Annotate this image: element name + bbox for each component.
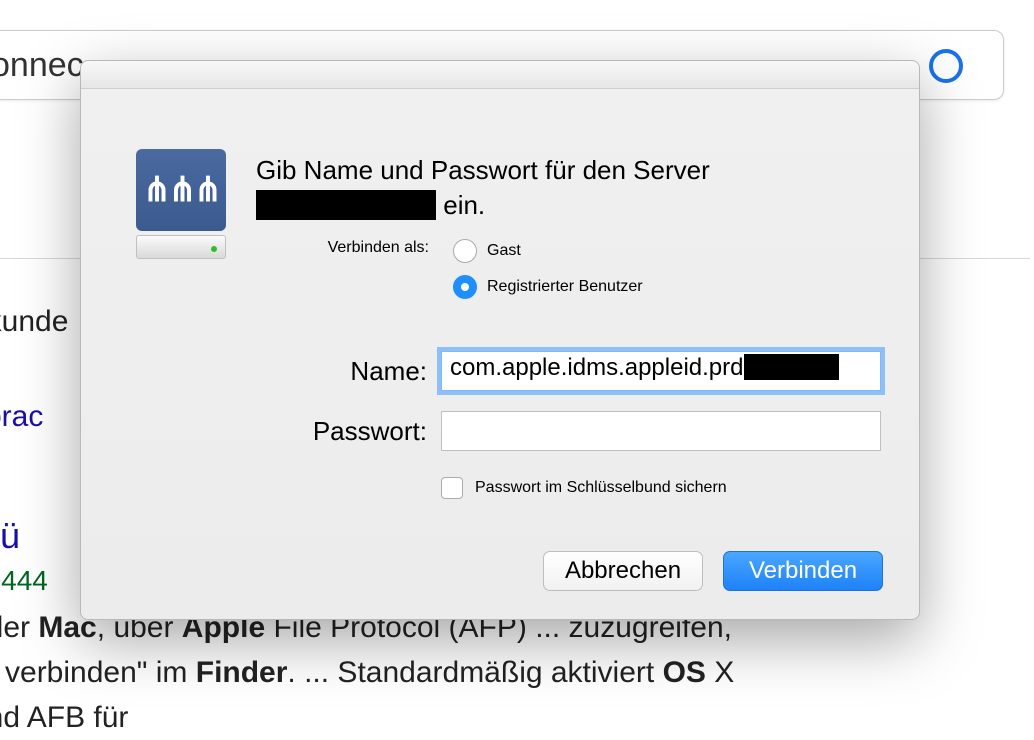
radio-guest[interactable] [453, 239, 477, 263]
keychain-checkbox[interactable] [441, 477, 463, 499]
radio-guest-row[interactable]: Gast [453, 239, 643, 263]
password-field[interactable] [441, 411, 881, 451]
cancel-button[interactable]: Abbrechen [543, 551, 703, 591]
message-post-text: ein. [443, 190, 485, 220]
cancel-label: Abbrechen [565, 557, 681, 585]
name-row: Name: com.apple.idms.appleid.prd [256, 351, 881, 391]
message-pre: Gib Name und Passwort für den Server [256, 155, 710, 185]
people-icon: ⋔⋔⋔ [143, 170, 219, 210]
radio-registered-row[interactable]: Registrierter Benutzer [453, 275, 643, 299]
connect-as-label: Verbinden als: [256, 239, 441, 257]
name-field[interactable]: com.apple.idms.appleid.prd [441, 351, 881, 391]
password-label: Passwort: [256, 416, 441, 447]
name-value: com.apple.idms.appleid.prd [450, 354, 744, 381]
dialog-message: Gib Name und Passwort für den Server ein… [256, 153, 876, 223]
search-icon[interactable] [929, 49, 963, 83]
result-snippet: t der Mac, über Apple File Protocol (AFP… [0, 605, 1030, 740]
keychain-label: Passwort im Schlüsselbund sichern [475, 479, 727, 497]
result-link[interactable]: sprac [0, 400, 43, 434]
connect-as-radios: Gast Registrierter Benutzer [453, 239, 643, 311]
radio-registered[interactable] [453, 275, 477, 299]
result-url: 20444 [0, 565, 48, 597]
bg-fragment: ekunde [0, 305, 68, 339]
search-text: onnec [0, 46, 84, 85]
radio-registered-label: Registrierter Benutzer [487, 278, 643, 296]
keychain-row[interactable]: Passwort im Schlüsselbund sichern [441, 477, 727, 499]
dialog-titlebar [81, 61, 919, 89]
result-title[interactable]: g ü [0, 515, 20, 557]
password-row: Passwort: [256, 411, 881, 451]
redacted-server-name [256, 190, 436, 220]
connect-button[interactable]: Verbinden [723, 551, 883, 591]
connect-label: Verbinden [749, 557, 857, 585]
connect-to-server-dialog: ⋔⋔⋔ Gib Name und Passwort für den Server… [80, 60, 920, 620]
connect-as-row: Verbinden als: [256, 239, 441, 257]
network-drive-icon: ⋔⋔⋔ [136, 149, 226, 259]
redacted-name-suffix [744, 354, 839, 380]
dialog-buttons: Abbrechen Verbinden [543, 551, 883, 591]
radio-guest-label: Gast [487, 242, 521, 260]
name-label: Name: [256, 356, 441, 387]
